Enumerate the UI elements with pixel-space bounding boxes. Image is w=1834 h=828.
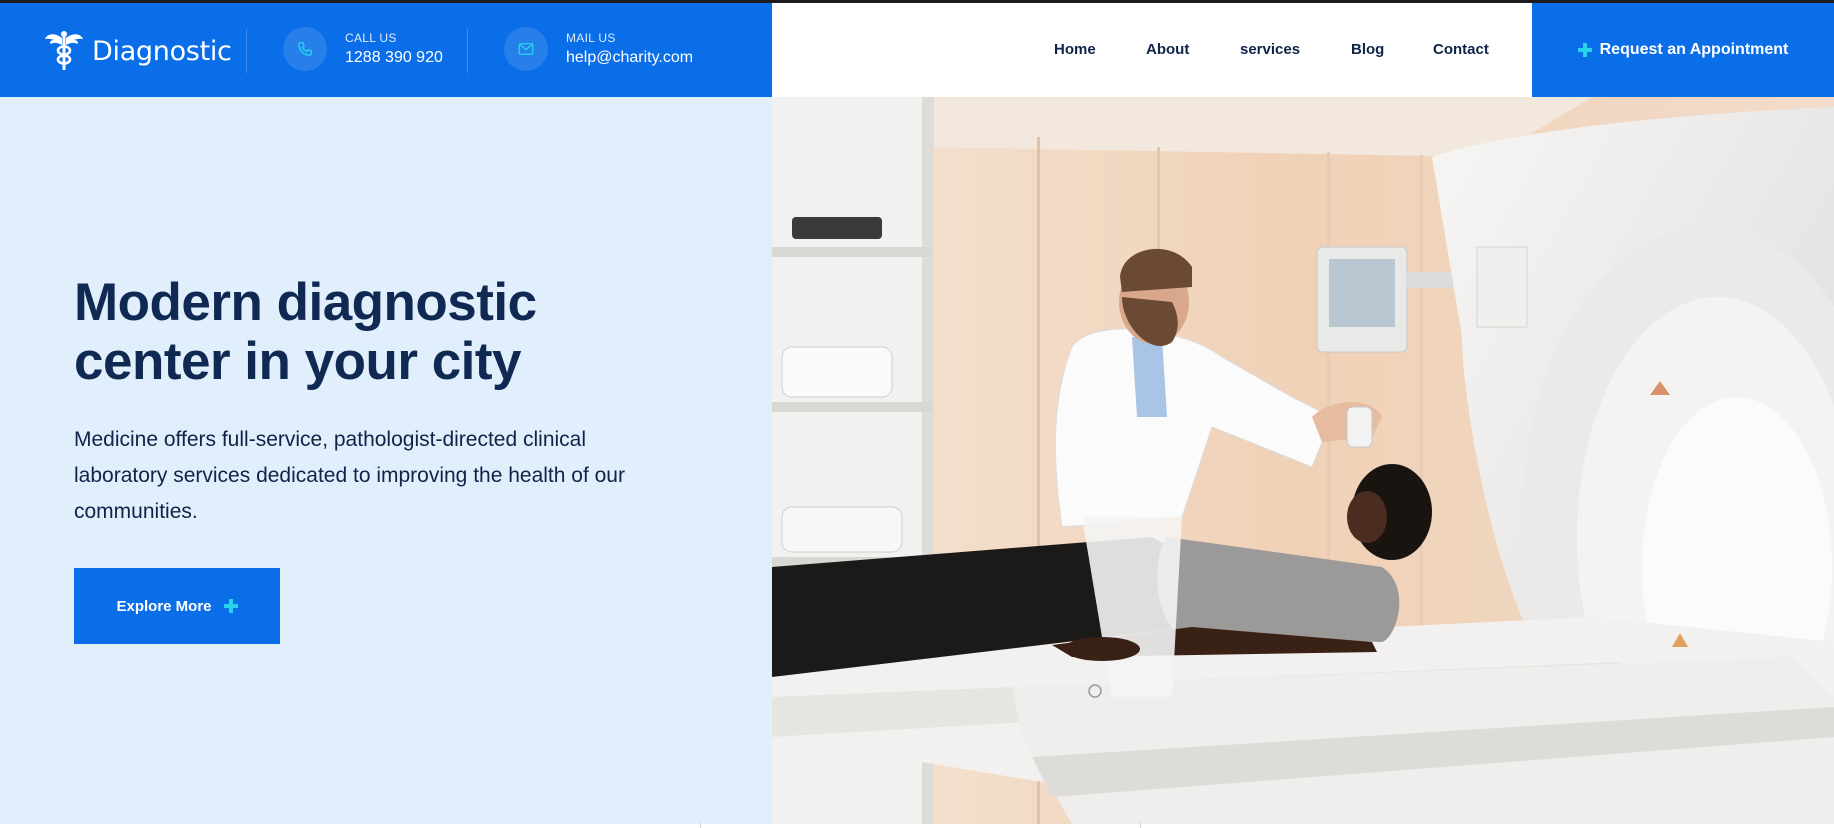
call-us-block: CALL US 1288 390 920 <box>283 27 443 71</box>
nav-home[interactable]: Home <box>1054 41 1096 58</box>
plus-icon <box>1577 43 1592 57</box>
hero-title-line-1: Modern diagnostic <box>74 273 537 332</box>
hero-section: Modern diagnostic center in your city Me… <box>0 97 772 824</box>
brand-logo[interactable]: Diagnostic <box>44 29 232 73</box>
header-info-bar: Diagnostic CALL US 1288 390 920 MAIL US … <box>0 3 772 97</box>
mail-us-label: MAIL US <box>566 31 616 45</box>
request-appointment-button[interactable]: Request an Appointment <box>1532 3 1834 97</box>
nav-contact[interactable]: Contact <box>1433 41 1489 58</box>
request-appointment-label: Request an Appointment <box>1599 41 1789 58</box>
call-us-label: CALL US <box>345 31 397 45</box>
plus-icon <box>223 599 238 613</box>
brand-name: Diagnostic <box>92 35 232 67</box>
nav-about[interactable]: About <box>1146 41 1189 58</box>
nav-blog[interactable]: Blog <box>1351 41 1384 58</box>
header-divider <box>467 29 468 73</box>
main-nav: Home About services Blog Contact <box>772 3 1532 97</box>
header-divider <box>246 29 247 73</box>
hero-title: Modern diagnostic center in your city <box>74 273 714 391</box>
hero-mri-photo <box>772 97 1834 824</box>
mail-icon <box>504 27 548 71</box>
hero-title-line-2: center in your city <box>74 332 522 391</box>
mail-us-block: MAIL US help@charity.com <box>504 27 693 71</box>
caduceus-icon <box>44 30 84 72</box>
explore-more-label: Explore More <box>116 597 212 615</box>
section-divider <box>700 822 701 828</box>
explore-more-button[interactable]: Explore More <box>74 568 280 644</box>
email-address[interactable]: help@charity.com <box>566 49 693 67</box>
hero-description: Medicine offers full-service, pathologis… <box>74 428 625 523</box>
section-divider <box>1140 822 1141 828</box>
phone-number[interactable]: 1288 390 920 <box>345 49 443 67</box>
nav-services[interactable]: services <box>1240 41 1300 58</box>
phone-icon <box>283 27 327 71</box>
